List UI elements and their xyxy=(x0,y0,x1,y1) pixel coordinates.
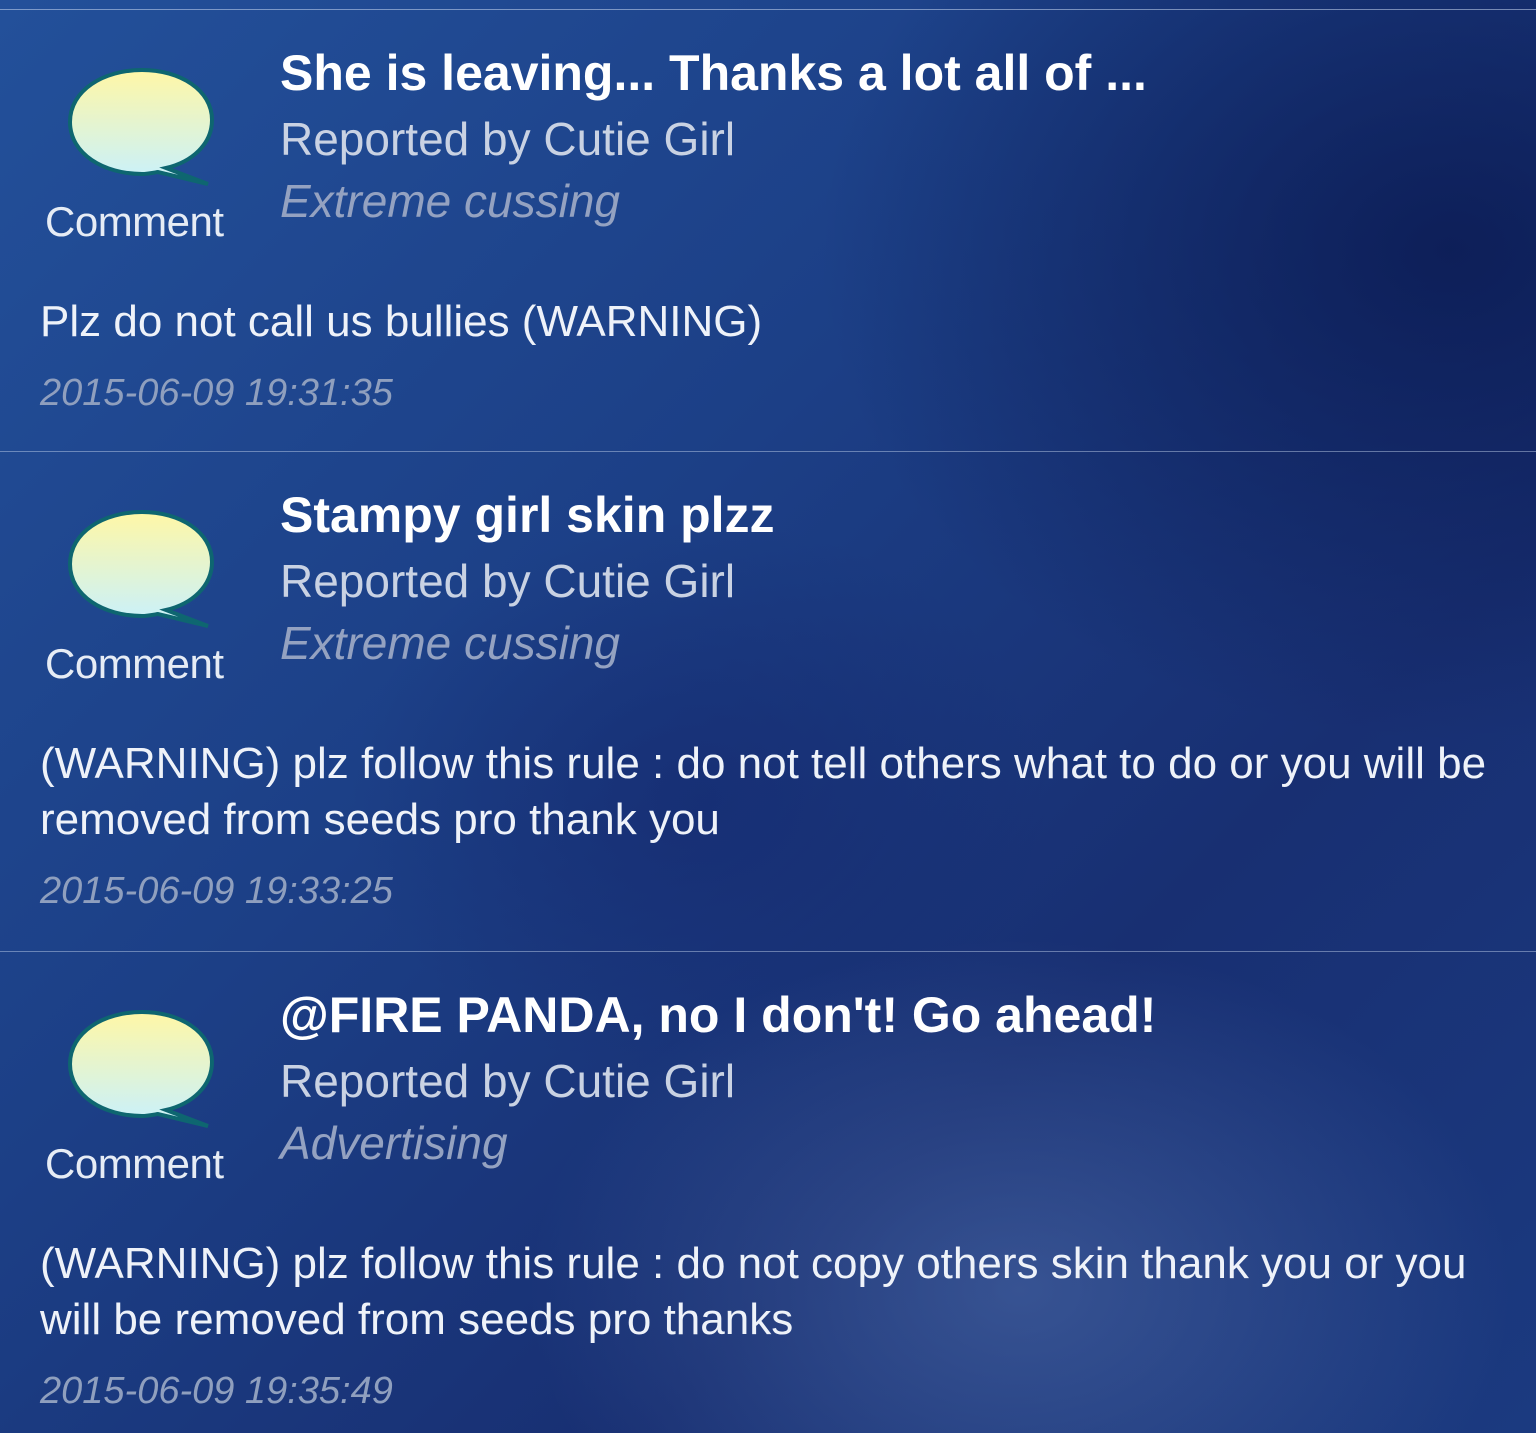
comment-label: Comment xyxy=(45,198,224,245)
speech-bubble-icon xyxy=(67,1009,215,1128)
report-message: (WARNING) plz follow this rule : do not … xyxy=(40,1239,1467,1344)
speech-bubble-icon xyxy=(67,509,215,628)
comment-label: Comment xyxy=(45,640,224,687)
report-reason: Extreme cussing xyxy=(280,617,621,669)
report-item[interactable]: Comment She is leaving... Thanks a lot a… xyxy=(0,10,1536,452)
comment-button[interactable]: Comment xyxy=(40,58,240,248)
report-item[interactable]: Comment @FIRE PANDA, no I don't! Go ahea… xyxy=(0,952,1536,1432)
report-title: Stampy girl skin plzz xyxy=(280,487,775,543)
report-title: She is leaving... Thanks a lot all of ..… xyxy=(280,45,1147,101)
speech-bubble-icon xyxy=(67,67,215,186)
report-message: Plz do not call us bullies (WARNING) xyxy=(40,297,763,346)
reporter-text: Reported by Cutie Girl xyxy=(280,1055,736,1107)
report-reason: Advertising xyxy=(280,1117,508,1169)
comment-label: Comment xyxy=(45,1140,224,1187)
comment-button[interactable]: Comment xyxy=(40,500,240,690)
report-timestamp: 2015-06-09 19:35:49 xyxy=(40,1370,393,1412)
report-timestamp: 2015-06-09 19:31:35 xyxy=(40,372,393,414)
report-list: Comment She is leaving... Thanks a lot a… xyxy=(0,10,1536,1432)
report-message: (WARNING) plz follow this rule : do not … xyxy=(40,739,1487,844)
report-title: @FIRE PANDA, no I don't! Go ahead! xyxy=(280,987,1157,1043)
report-timestamp: 2015-06-09 19:33:25 xyxy=(40,870,393,912)
reporter-text: Reported by Cutie Girl xyxy=(280,113,736,165)
report-reason: Extreme cussing xyxy=(280,175,621,227)
reporter-text: Reported by Cutie Girl xyxy=(280,555,736,607)
report-item[interactable]: Comment Stampy girl skin plzz Reported b… xyxy=(0,452,1536,952)
comment-button[interactable]: Comment xyxy=(40,1000,240,1190)
